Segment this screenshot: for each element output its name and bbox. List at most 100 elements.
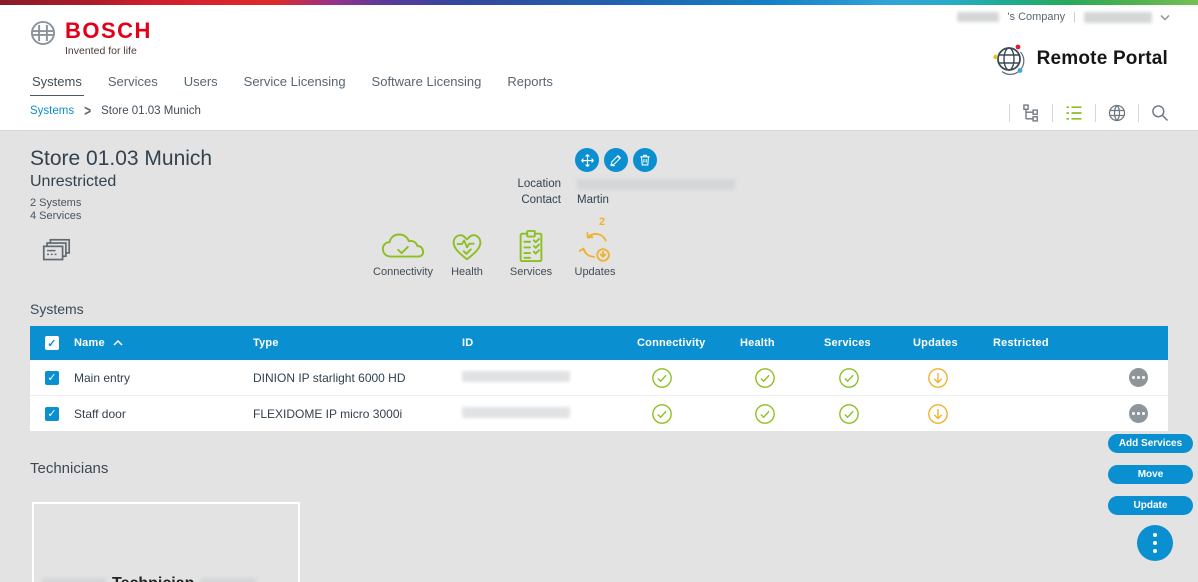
- status-health: Health: [435, 216, 499, 278]
- health-heart-icon: [448, 229, 486, 263]
- technician-card[interactable]: Technician: [32, 502, 300, 582]
- view-toolbar: [1009, 100, 1170, 126]
- redacted-system-id: [462, 407, 570, 418]
- redacted-user-name: [1084, 12, 1152, 23]
- system-type: DINION IP starlight 6000 HD: [253, 371, 462, 385]
- row-checkbox[interactable]: ✓: [45, 407, 59, 421]
- system-group-icon: [40, 237, 72, 267]
- tab-software-licensing[interactable]: Software Licensing: [370, 70, 484, 98]
- toolbar-divider: [1052, 104, 1053, 122]
- services-clipboard-icon: [517, 229, 545, 263]
- remote-portal-logo: Remote Portal: [991, 41, 1168, 77]
- services-count: 4 Services: [30, 210, 81, 222]
- redacted-company-name: [957, 12, 999, 22]
- tab-services[interactable]: Services: [106, 70, 160, 98]
- services-ok-icon: [824, 403, 913, 425]
- health-ok-icon: [740, 367, 824, 389]
- location-label: Location: [505, 178, 561, 190]
- connectivity-cloud-icon: [380, 229, 426, 263]
- bosch-tagline: Invented for life: [65, 45, 152, 57]
- health-ok-icon: [740, 403, 824, 425]
- status-services: Services: [499, 216, 563, 278]
- breadcrumb-chevron-icon: >: [84, 102, 91, 120]
- contact-value: Martin: [577, 194, 735, 206]
- breadcrumb-systems-link[interactable]: Systems: [30, 105, 74, 117]
- redacted-technician-name: [42, 578, 106, 582]
- systems-section-title: Systems: [30, 301, 84, 317]
- tab-systems[interactable]: Systems: [30, 70, 84, 98]
- column-restricted[interactable]: Restricted: [993, 337, 1108, 349]
- bosch-wordmark: BOSCH: [65, 20, 152, 42]
- system-type: FLEXIDOME IP micro 3000i: [253, 407, 462, 421]
- globe-icon: [991, 41, 1027, 77]
- technicians-section-title: Technicians: [30, 460, 108, 477]
- status-label: Services: [510, 266, 552, 278]
- sort-ascending-icon[interactable]: [113, 340, 123, 346]
- account-chevron-down-icon[interactable]: [1160, 14, 1170, 21]
- contact-label: Contact: [505, 194, 561, 206]
- select-all-checkbox[interactable]: ✓: [45, 336, 59, 350]
- breadcrumb-current: Store 01.03 Munich: [101, 105, 201, 117]
- column-name[interactable]: Name: [74, 337, 105, 349]
- add-services-button[interactable]: Add Services: [1108, 434, 1193, 453]
- group-action-buttons: [575, 148, 657, 172]
- table-row[interactable]: ✓ Staff door FLEXIDOME IP micro 3000i: [30, 395, 1168, 431]
- updates-pending-icon: [913, 403, 993, 425]
- technician-name: Technician: [42, 575, 256, 582]
- restriction-status: Unrestricted: [30, 173, 116, 191]
- move-group-button[interactable]: [575, 148, 599, 172]
- update-button[interactable]: Update: [1108, 496, 1193, 515]
- services-ok-icon: [824, 367, 913, 389]
- tab-users[interactable]: Users: [182, 70, 220, 98]
- column-services[interactable]: Services: [824, 337, 913, 349]
- row-checkbox[interactable]: ✓: [45, 371, 59, 385]
- system-name: Staff door: [74, 407, 253, 421]
- row-more-actions-button[interactable]: [1129, 404, 1148, 423]
- bosch-logo: BOSCH Invented for life: [30, 20, 152, 57]
- column-health[interactable]: Health: [740, 337, 824, 349]
- list-view-icon[interactable]: [1064, 103, 1084, 123]
- portal-name: Remote Portal: [1037, 48, 1168, 70]
- remote-portal-page: BOSCH Invented for life 's Company |: [0, 0, 1198, 582]
- breadcrumb: Systems > Store 01.03 Munich: [30, 104, 201, 118]
- tree-view-icon[interactable]: [1021, 103, 1041, 123]
- page-title: Store 01.03 Munich: [30, 147, 212, 171]
- content-area: Store 01.03 Munich Unrestricted 2 System…: [0, 131, 1198, 582]
- move-button[interactable]: Move: [1108, 465, 1193, 484]
- bosch-anchor-icon: [30, 20, 56, 46]
- connectivity-ok-icon: [637, 367, 740, 389]
- table-header-row: ✓ Name Type ID Connectivity Health Servi…: [30, 326, 1168, 360]
- column-id[interactable]: ID: [462, 337, 637, 349]
- toolbar-divider: [1138, 104, 1139, 122]
- tab-service-licensing[interactable]: Service Licensing: [242, 70, 348, 98]
- updates-pending-icon: [913, 367, 993, 389]
- redacted-technician-name: [200, 578, 256, 582]
- updates-refresh-icon: [576, 229, 614, 263]
- more-actions-fab[interactable]: [1137, 525, 1173, 561]
- status-label: Health: [451, 266, 483, 278]
- location-contact-block: Location Contact Martin: [505, 178, 735, 206]
- redacted-system-id: [462, 371, 570, 382]
- column-updates[interactable]: Updates: [913, 337, 993, 349]
- row-more-actions-button[interactable]: [1129, 368, 1148, 387]
- account-separator: |: [1073, 11, 1076, 23]
- status-label: Updates: [575, 266, 616, 278]
- search-icon[interactable]: [1150, 103, 1170, 123]
- company-suffix: 's Company: [1007, 11, 1065, 23]
- status-connectivity: Connectivity: [371, 216, 435, 278]
- updates-count-badge: 2: [599, 216, 605, 229]
- delete-group-button[interactable]: [633, 148, 657, 172]
- column-connectivity[interactable]: Connectivity: [637, 337, 740, 349]
- toolbar-divider: [1009, 104, 1010, 122]
- status-updates: 2 Updates: [563, 216, 627, 278]
- group-status-row: Connectivity Health: [371, 216, 627, 278]
- table-row[interactable]: ✓ Main entry DINION IP starlight 6000 HD: [30, 360, 1168, 395]
- edit-group-button[interactable]: [604, 148, 628, 172]
- column-type[interactable]: Type: [253, 337, 462, 349]
- main-nav: Systems Services Users Service Licensing…: [30, 70, 555, 98]
- tab-reports[interactable]: Reports: [505, 70, 555, 98]
- map-view-icon[interactable]: [1107, 103, 1127, 123]
- redacted-location-value: [577, 179, 735, 190]
- connectivity-ok-icon: [637, 403, 740, 425]
- toolbar-divider: [1095, 104, 1096, 122]
